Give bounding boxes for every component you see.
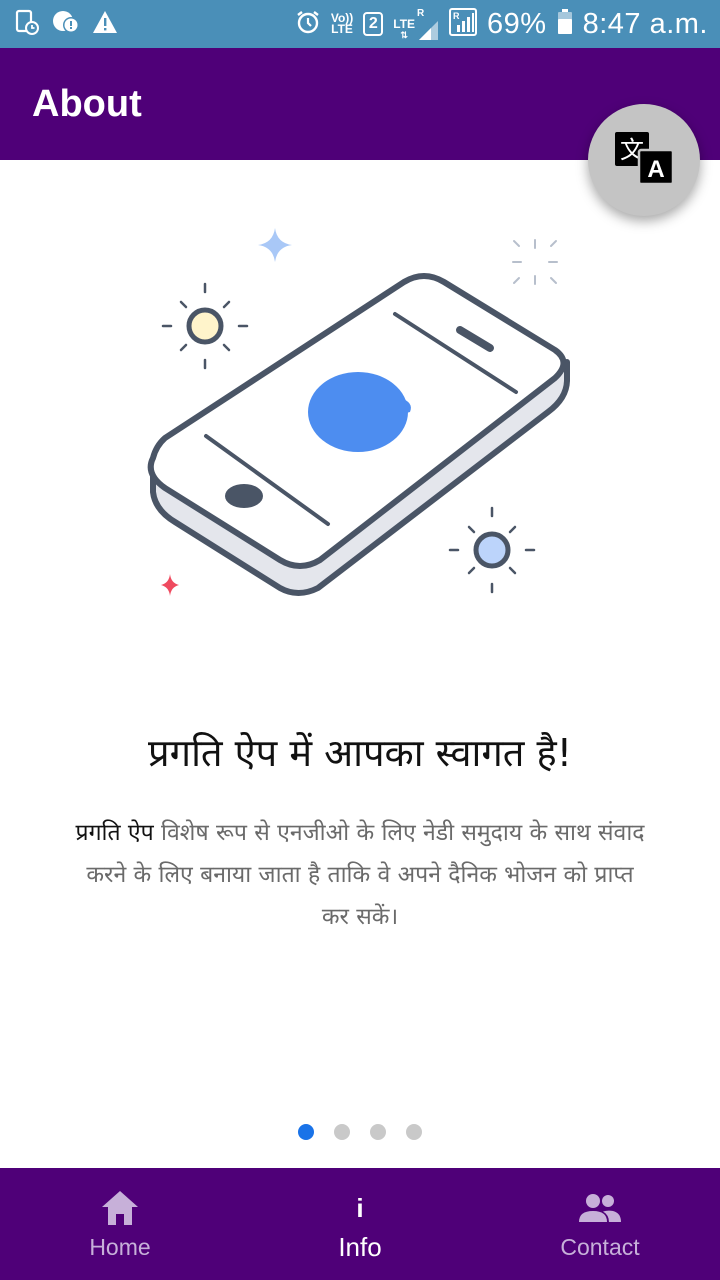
nav-home-label: Home [89, 1234, 151, 1260]
pagination-dots [0, 1124, 720, 1140]
warning-icon [92, 10, 118, 38]
volte-indicator: Vo)) LTE [331, 12, 353, 36]
translate-button[interactable]: 文 A [588, 104, 700, 216]
nav-home[interactable]: Home [0, 1168, 240, 1280]
page-dot-1[interactable] [298, 1124, 314, 1140]
page-dot-4[interactable] [406, 1124, 422, 1140]
roaming-label: R [417, 7, 425, 19]
volte-bottom-label: LTE [331, 22, 353, 36]
sparkle-star-icon [258, 228, 292, 262]
nav-contact-label: Contact [560, 1234, 640, 1260]
yellow-sun-icon [161, 282, 249, 370]
svg-text:R: R [453, 11, 460, 21]
battery-icon [557, 9, 573, 39]
battery-percent: 69% [487, 7, 547, 40]
status-bar: Vo)) LTE 2 LTE ⇅ R R 69% 8:47 a.m. [0, 0, 720, 48]
data-saver-alert-icon [52, 9, 80, 39]
nav-contact[interactable]: Contact [480, 1168, 720, 1280]
data-arrows-icon: ⇅ [400, 29, 408, 40]
contacts-icon [577, 1188, 623, 1228]
bottom-navigation: Home i Info Contact [0, 1168, 720, 1280]
welcome-headline: प्रगति ऐप में आपका स्वागत है! [148, 731, 572, 775]
device-schedule-icon [14, 9, 40, 39]
sim-slot-label: 2 [368, 15, 378, 32]
signal-icon [419, 20, 439, 40]
clock: 8:47 a.m. [582, 7, 708, 40]
nav-info[interactable]: i Info [240, 1168, 480, 1280]
roaming-signal-icon: R [449, 8, 478, 40]
page-dot-3[interactable] [370, 1124, 386, 1140]
alarm-icon [295, 9, 321, 39]
translate-icon: 文 A [613, 130, 675, 190]
translate-glyph-latin: A [647, 156, 664, 183]
sim-slot-badge: 2 [363, 12, 384, 36]
blue-sun-icon [448, 506, 536, 594]
app-description: प्रगति ऐप विशेष रूप से एनजीओ के लिए नेडी… [70, 812, 650, 938]
description-text: विशेष रूप से एनजीओ के लिए नेडी समुदाय के… [86, 820, 645, 930]
status-notifications [14, 9, 118, 39]
home-icon [100, 1188, 140, 1228]
page-title: About [32, 82, 142, 125]
faint-rays-icon [512, 239, 558, 285]
app-name-highlight: प्रगति ऐप [75, 820, 154, 846]
lte-signal: LTE ⇅ R [393, 8, 439, 41]
page-dot-2[interactable] [334, 1124, 350, 1140]
phone-chat-illustration [140, 220, 580, 610]
status-system: Vo)) LTE 2 LTE ⇅ R R 69% 8:47 a.m. [295, 8, 708, 41]
info-icon: i [356, 1192, 364, 1223]
red-star-icon [161, 574, 179, 596]
network-type-label: LTE [393, 16, 416, 31]
nav-info-label: Info [338, 1232, 382, 1262]
